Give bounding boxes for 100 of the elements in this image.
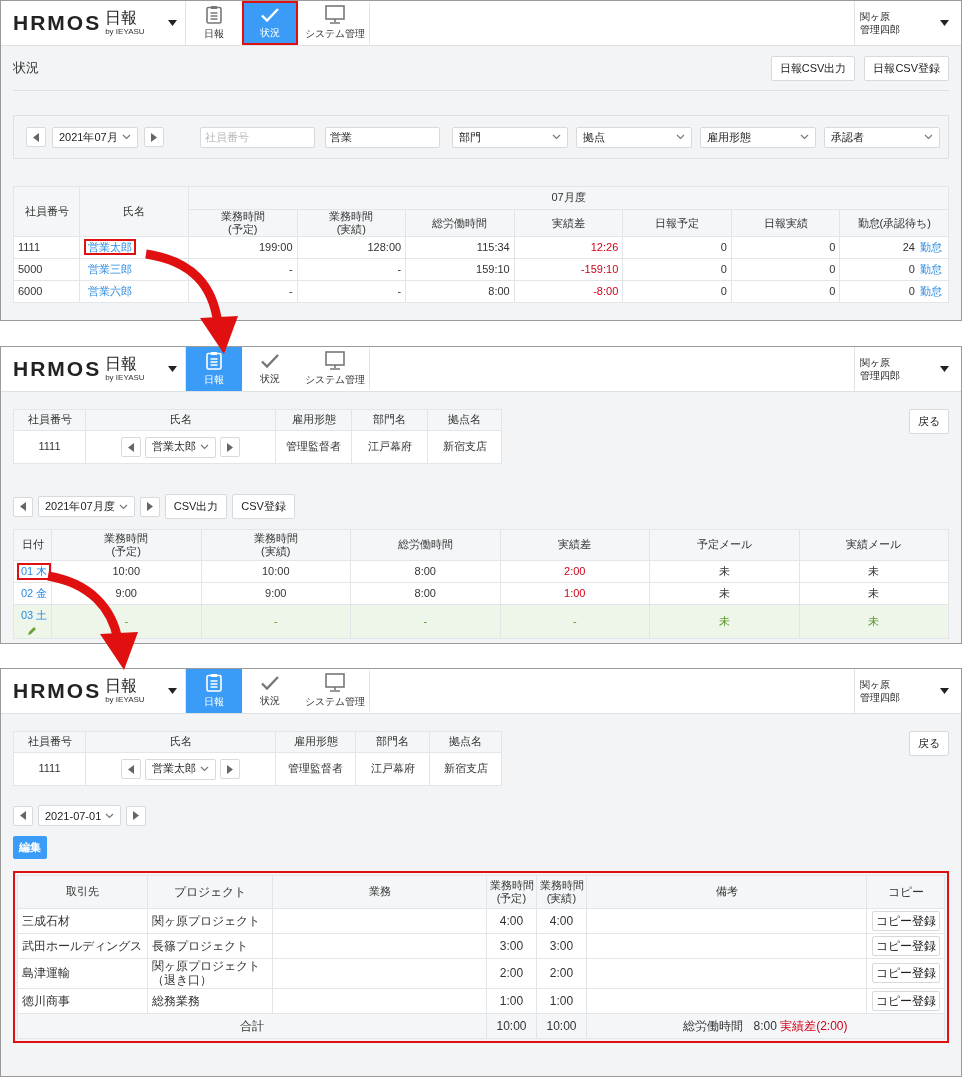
copy-button[interactable]: コピー登録 — [871, 935, 940, 956]
table-cell: 2:00 — [536, 958, 587, 989]
nav-tab[interactable]: 日報 — [186, 1, 242, 45]
next-button[interactable] — [139, 496, 160, 517]
employee-link[interactable]: 営業太郎 — [84, 239, 136, 256]
table-cell: 1:00 — [536, 988, 587, 1014]
attendance-link[interactable]: 勤怠 — [918, 239, 944, 256]
left-triangle-icon — [20, 811, 26, 820]
copy-button[interactable]: コピー登録 — [871, 990, 940, 1011]
previous-button[interactable] — [26, 127, 46, 147]
table-cell: 5000 — [13, 258, 80, 281]
nav-tab[interactable]: システム管理 — [298, 347, 370, 391]
csv-button[interactable]: CSV出力 — [164, 494, 228, 519]
pencil-icon[interactable] — [27, 625, 37, 636]
table-cell: 1:00 — [486, 988, 537, 1014]
copy-button[interactable]: コピー登録 — [871, 963, 940, 984]
nav-tab[interactable]: 状況 — [242, 347, 298, 391]
left-triangle-icon — [33, 132, 39, 142]
monitor-icon — [324, 351, 345, 370]
pending-count: 0 — [908, 285, 915, 298]
table-cell: 0 — [731, 236, 840, 259]
chevron-icon — [200, 444, 209, 450]
previous-button[interactable] — [121, 437, 141, 457]
table-cell: - — [297, 280, 406, 303]
next-button[interactable] — [220, 437, 240, 457]
dropdown[interactable]: 営業太郎 — [145, 758, 216, 780]
nav-tab[interactable]: 状況 — [242, 669, 298, 713]
copy-button[interactable]: コピー登録 — [871, 910, 940, 931]
dropdown[interactable]: 2021-07-01 — [38, 805, 122, 826]
clipboard-icon — [206, 351, 222, 370]
logo-byline: by IEYASU — [105, 374, 145, 382]
column-header: コピー — [866, 875, 945, 909]
column-header: 実績メール — [799, 529, 949, 561]
table-cell: 未 — [649, 604, 799, 639]
dropdown[interactable]: 部門 — [451, 126, 568, 148]
previous-button[interactable] — [13, 496, 33, 517]
column-header: 勤怠(承認待ち) — [839, 209, 949, 237]
csv-button[interactable]: 日報CSV登録 — [864, 55, 949, 81]
right-triangle-icon — [227, 764, 233, 774]
logo-wordmark: HRMOS — [13, 11, 102, 35]
column-header: 氏名 — [85, 409, 276, 431]
user-menu[interactable]: 関ヶ原 管理四郎 — [854, 1, 961, 45]
table-cell: 新宿支店 — [429, 752, 502, 786]
table-cell: 未 — [799, 582, 949, 605]
dropdown[interactable]: 承認者 — [823, 126, 940, 148]
table-cell: 関ヶ原プロジェクト（退き口） — [147, 958, 273, 989]
attendance-link[interactable]: 勤怠 — [918, 261, 944, 278]
user-menu[interactable]: 関ヶ原 管理四郎 — [854, 669, 961, 713]
date-link[interactable]: 01 木 — [17, 563, 52, 581]
product-name: 日報 — [105, 678, 139, 694]
table-cell: 9:00 — [51, 582, 201, 605]
nav-tab[interactable]: システム管理 — [298, 669, 370, 713]
table-cell: 1:00 — [500, 582, 650, 605]
pending-count: 24 — [902, 241, 915, 254]
column-header: 実績差 — [500, 529, 650, 561]
column-header: 社員番号 — [13, 731, 86, 753]
table-cell: 1111 — [13, 752, 86, 786]
next-button[interactable] — [220, 759, 240, 779]
user-menu[interactable]: 関ヶ原 管理四郎 — [854, 347, 961, 391]
table-cell: 12:26 — [514, 236, 623, 259]
table-cell: 4:00 — [486, 908, 537, 934]
dropdown[interactable]: 雇用形態 — [699, 126, 816, 148]
table-cell: 未 — [799, 604, 949, 639]
column-header: 拠点名 — [427, 409, 502, 431]
chevron-icon — [551, 134, 561, 140]
table-cell: 管理監督者 — [275, 752, 356, 786]
dropdown[interactable]: 営業太郎 — [145, 436, 216, 458]
column-header: 部門名 — [355, 731, 430, 753]
csv-button[interactable]: CSV登録 — [232, 494, 295, 519]
back-button[interactable]: 戻る — [909, 409, 949, 434]
table-cell: 長篠プロジェクト — [147, 933, 273, 959]
column-header: 雇用形態 — [275, 409, 352, 431]
csv-button[interactable]: 日報CSV出力 — [770, 55, 856, 81]
attendance-link[interactable]: 勤怠 — [918, 283, 944, 300]
left-triangle-icon — [128, 442, 134, 452]
table-cell: 159:10 — [405, 258, 515, 281]
previous-button[interactable] — [121, 759, 141, 779]
nav-tab[interactable]: システム管理 — [298, 1, 370, 45]
table-cell: 未 — [799, 560, 949, 583]
next-button[interactable] — [143, 127, 164, 147]
monitor-icon — [324, 5, 345, 24]
previous-button[interactable] — [13, 805, 33, 826]
difference-value: 実績差(2:00) — [780, 1018, 848, 1033]
logo-wordmark: HRMOS — [13, 679, 102, 703]
table-cell: 8:00 — [350, 582, 500, 605]
table-cell: - — [350, 604, 500, 639]
table-cell: 2:00 — [500, 560, 650, 583]
column-header: 予定メール — [649, 529, 799, 561]
dropdown[interactable]: 拠点 — [575, 126, 692, 148]
column-header: 日報予定 — [622, 209, 732, 237]
back-button[interactable]: 戻る — [909, 731, 949, 756]
dropdown[interactable]: 2021年07月度 — [38, 496, 135, 517]
table-cell: 江戸幕府 — [351, 430, 428, 464]
caret-icon — [168, 688, 177, 694]
dropdown[interactable]: 2021年07月 — [52, 126, 138, 148]
clipboard-icon — [206, 673, 222, 692]
next-button[interactable] — [126, 805, 147, 826]
table-cell: 3:00 — [536, 933, 587, 959]
keyword-field[interactable]: 営業 — [324, 126, 440, 148]
column-header: 総労働時間 — [350, 529, 500, 561]
